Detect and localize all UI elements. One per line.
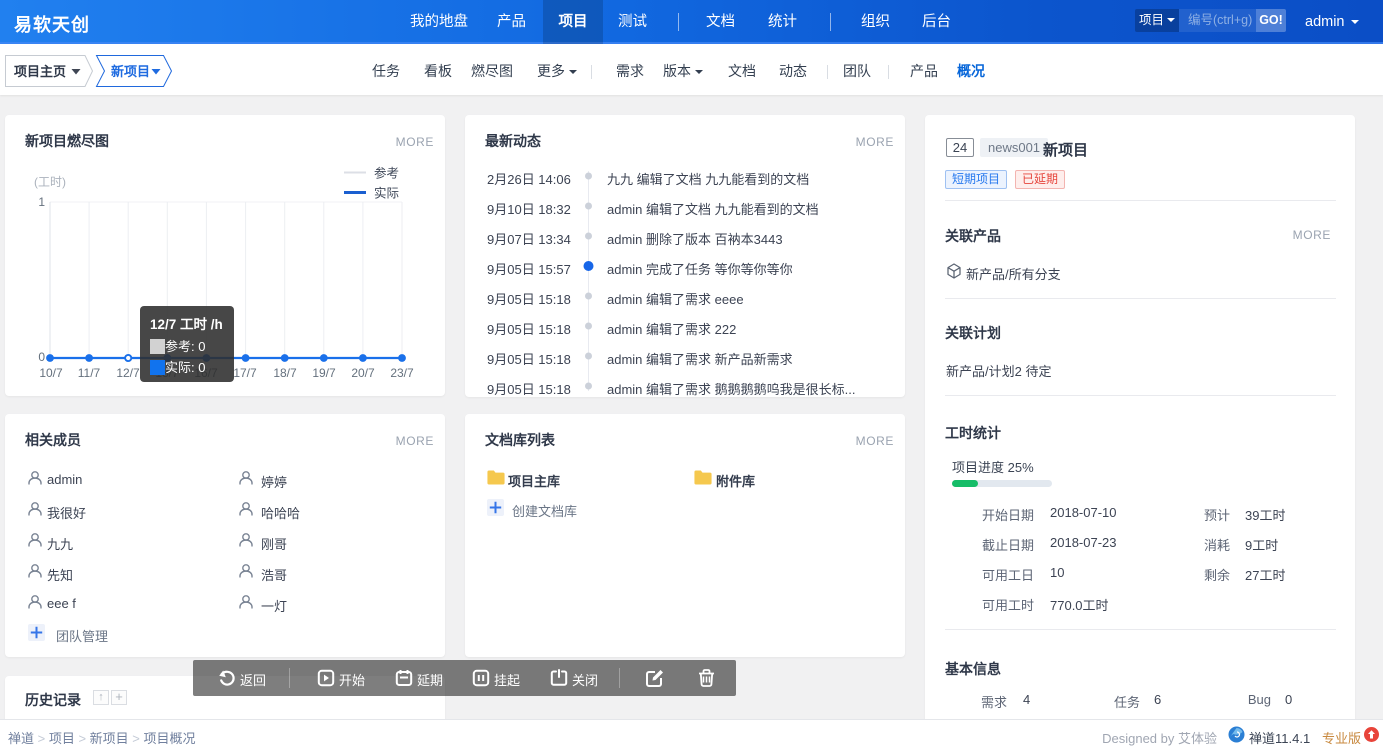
svg-text:23/7: 23/7 (390, 366, 414, 380)
svg-text:新项目: 新项目 (111, 64, 150, 79)
svg-text:0: 0 (38, 350, 45, 364)
svg-text:17/7: 17/7 (233, 366, 257, 380)
svg-text:(工时): (工时) (34, 175, 66, 189)
svg-text:12/7: 12/7 (116, 366, 140, 380)
svg-text:11/7: 11/7 (78, 366, 101, 380)
svg-text:10/7: 10/7 (39, 366, 63, 380)
svg-text:参考: 参考 (374, 166, 399, 181)
svg-text:18/7: 18/7 (273, 366, 297, 380)
svg-text:19/7: 19/7 (312, 366, 336, 380)
svg-text:实际: 实际 (374, 186, 399, 201)
svg-text:项目主页: 项目主页 (14, 64, 66, 79)
svg-text:20/7: 20/7 (351, 366, 375, 380)
svg-text:1: 1 (38, 195, 45, 209)
